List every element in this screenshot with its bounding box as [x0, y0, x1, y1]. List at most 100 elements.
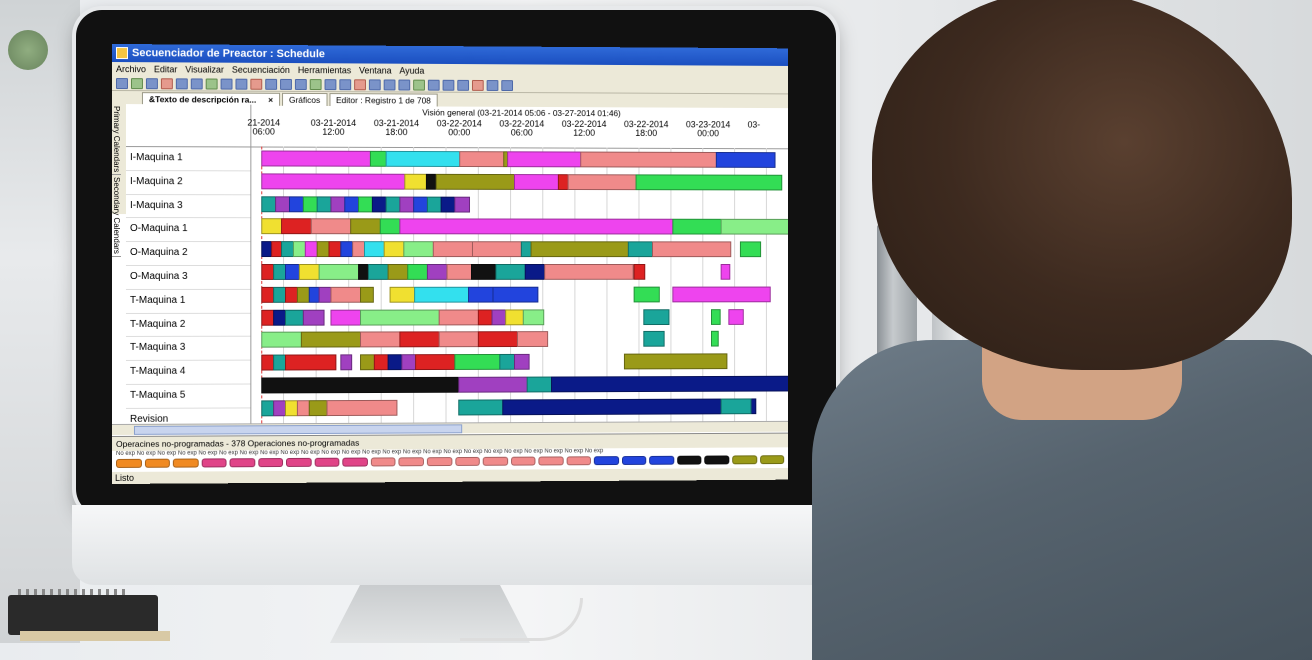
operation-bar[interactable]	[399, 332, 440, 348]
operation-bar[interactable]	[415, 354, 456, 370]
operation-bar[interactable]	[350, 219, 382, 235]
operation-bar[interactable]	[330, 309, 362, 325]
toolbar-button[interactable]	[354, 79, 366, 90]
toolbar-button[interactable]	[487, 80, 499, 91]
resource-name[interactable]: T-Maquina 3	[126, 337, 250, 361]
operation-bar[interactable]	[493, 287, 539, 303]
unscheduled-operation-chip[interactable]	[201, 458, 226, 467]
unscheduled-operation-chip[interactable]	[315, 458, 340, 467]
operation-bar[interactable]	[285, 355, 336, 371]
toolbar-button[interactable]	[161, 78, 173, 89]
resource-name[interactable]: O-Maquina 2	[126, 242, 250, 266]
toolbar-button[interactable]	[457, 79, 469, 90]
menu-item[interactable]: Archivo	[116, 64, 146, 74]
toolbar-button[interactable]	[398, 79, 410, 90]
operation-bar[interactable]	[433, 241, 474, 257]
resource-name[interactable]: I-Maquina 1	[126, 147, 250, 171]
resource-name[interactable]: T-Maquina 4	[126, 361, 250, 385]
operation-bar[interactable]	[301, 332, 362, 348]
operation-bar[interactable]	[507, 151, 582, 167]
unscheduled-operation-chip[interactable]	[371, 457, 396, 466]
operation-bar[interactable]	[711, 331, 719, 347]
operation-bar[interactable]	[523, 309, 544, 325]
operation-bar[interactable]	[439, 309, 480, 325]
operation-bar[interactable]	[468, 287, 494, 303]
unscheduled-operation-chip[interactable]	[455, 457, 480, 466]
operation-bar[interactable]	[672, 286, 770, 302]
operation-bar[interactable]	[502, 398, 756, 415]
menu-item[interactable]: Secuenciación	[232, 65, 290, 75]
unscheduled-operation-chip[interactable]	[230, 458, 255, 467]
operation-bar[interactable]	[711, 309, 721, 325]
operation-bar[interactable]	[261, 173, 406, 189]
operation-bar[interactable]	[517, 332, 548, 348]
operation-bar[interactable]	[568, 174, 638, 190]
operation-bar[interactable]	[368, 264, 390, 280]
operation-bar[interactable]	[447, 264, 473, 280]
operation-bar[interactable]	[407, 264, 429, 280]
menu-item[interactable]: Ventana	[359, 65, 392, 75]
toolbar-button[interactable]	[295, 78, 307, 89]
operation-bar[interactable]	[261, 150, 381, 166]
resource-name[interactable]: I-Maquina 2	[126, 171, 250, 195]
operation-bar[interactable]	[672, 219, 722, 235]
tab-secondary-calendars[interactable]: Secondary Calendars	[112, 175, 121, 257]
tab-primary-calendars[interactable]: Primary Calendars	[112, 104, 121, 175]
operation-bar[interactable]	[634, 264, 646, 280]
toolbar-button[interactable]	[339, 79, 351, 90]
operation-bar[interactable]	[299, 264, 321, 280]
operation-bar[interactable]	[636, 174, 783, 190]
toolbar-button[interactable]	[116, 78, 128, 89]
toolbar-button[interactable]	[235, 78, 247, 89]
unscheduled-operation-chip[interactable]	[286, 458, 311, 467]
operation-bar[interactable]	[454, 354, 500, 370]
resource-name[interactable]: O-Maquina 3	[126, 266, 250, 290]
unscheduled-operation-chip[interactable]	[258, 458, 283, 467]
operation-bar[interactable]	[388, 264, 410, 280]
toolbar-button[interactable]	[221, 78, 233, 89]
operation-bar[interactable]	[384, 241, 406, 257]
operation-bar[interactable]	[514, 354, 530, 370]
operation-bar[interactable]	[340, 355, 352, 371]
operation-bar[interactable]	[643, 331, 664, 347]
operation-bar[interactable]	[454, 196, 470, 212]
operation-bar[interactable]	[472, 241, 523, 257]
operation-bar[interactable]	[527, 377, 553, 393]
operation-bar[interactable]	[721, 219, 788, 235]
operation-bar[interactable]	[624, 354, 727, 370]
menu-item[interactable]: Ayuda	[399, 66, 424, 76]
toolbar-button[interactable]	[250, 78, 262, 89]
operation-bar[interactable]	[403, 241, 434, 257]
unscheduled-operation-chip[interactable]	[677, 456, 702, 465]
scroll-thumb[interactable]	[134, 424, 462, 435]
operation-bar[interactable]	[439, 332, 480, 348]
operation-bar[interactable]	[360, 309, 441, 325]
operation-bar[interactable]	[495, 264, 526, 280]
resource-name[interactable]: I-Maquina 3	[126, 195, 250, 219]
toolbar-button[interactable]	[206, 78, 218, 89]
toolbar-button[interactable]	[280, 78, 292, 89]
toolbar-button[interactable]	[384, 79, 396, 90]
toolbar-button[interactable]	[472, 79, 484, 90]
operation-bar[interactable]	[281, 219, 313, 235]
resource-name[interactable]: T-Maquina 5	[126, 384, 250, 408]
toolbar-button[interactable]	[191, 78, 203, 89]
unscheduled-operation-chip[interactable]	[511, 457, 536, 466]
resource-name[interactable]: O-Maquina 1	[126, 218, 250, 242]
unscheduled-operation-chip[interactable]	[343, 458, 368, 467]
operation-bar[interactable]	[285, 309, 305, 325]
unscheduled-operation-chip[interactable]	[566, 456, 591, 465]
operation-bar[interactable]	[360, 332, 401, 348]
menu-item[interactable]: Editar	[154, 64, 177, 74]
operation-bar[interactable]	[319, 264, 360, 280]
operation-bar[interactable]	[740, 242, 761, 258]
unscheduled-operation-chip[interactable]	[650, 456, 675, 465]
unscheduled-operation-chip[interactable]	[594, 456, 619, 465]
operation-bar[interactable]	[471, 264, 497, 280]
unscheduled-operation-chip[interactable]	[427, 457, 452, 466]
operation-bar[interactable]	[652, 242, 731, 258]
operation-bar[interactable]	[327, 400, 398, 416]
toolbar-button[interactable]	[325, 79, 337, 90]
operation-bar[interactable]	[459, 151, 505, 167]
operation-bar[interactable]	[531, 241, 630, 257]
